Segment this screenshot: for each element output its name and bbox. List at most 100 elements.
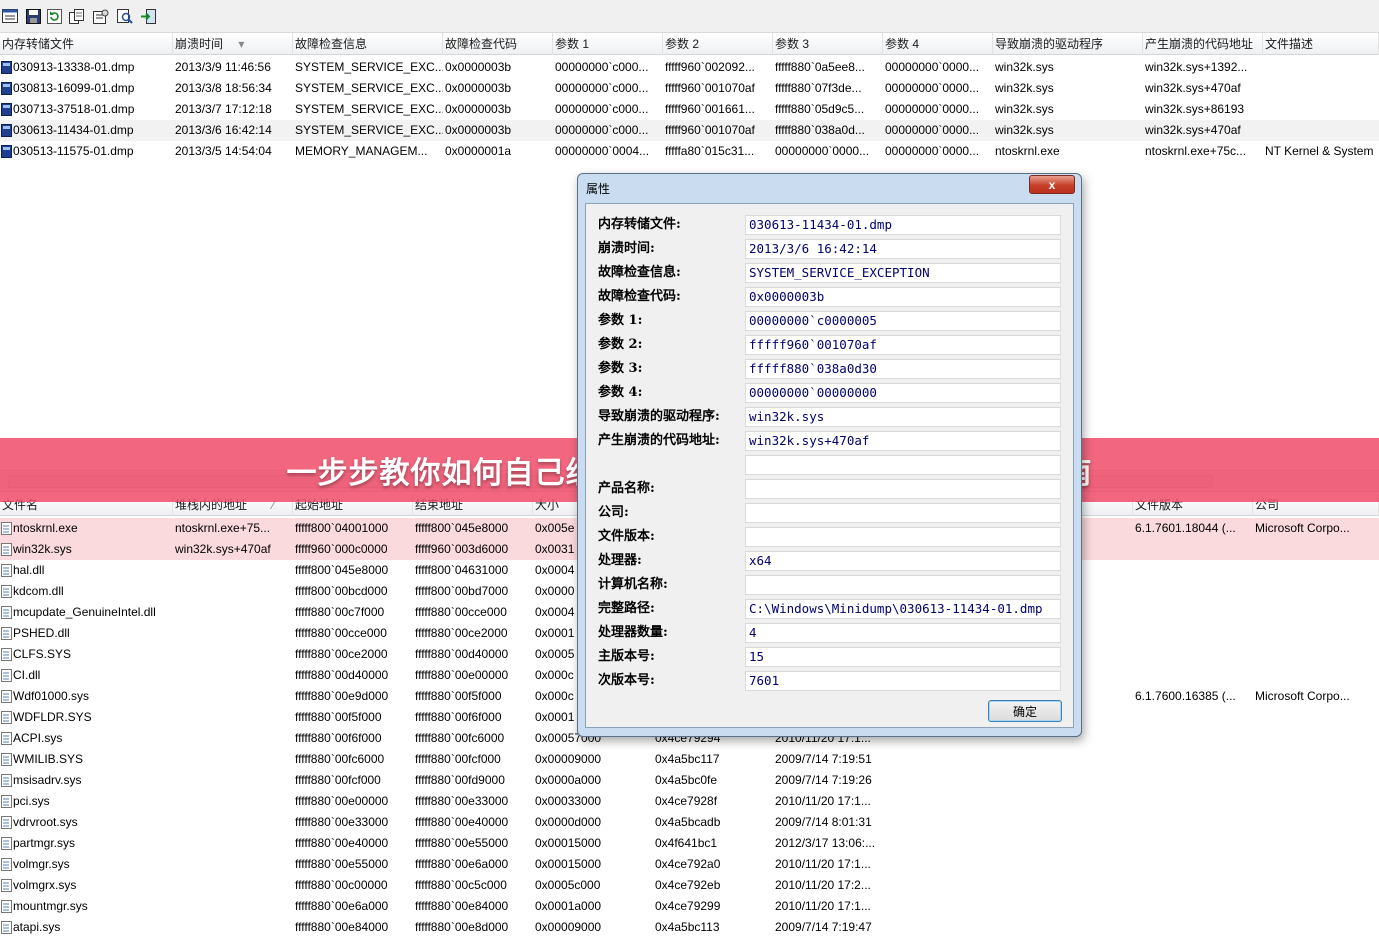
- table-cell: win32k.sys+1392...: [1145, 60, 1248, 74]
- table-cell: 0x0000003b: [445, 102, 512, 116]
- table-cell: vdrvroot.sys: [0, 812, 173, 833]
- table-cell: 030913-13338-01.dmp: [0, 57, 173, 78]
- column-header-bugcheck-string[interactable]: 故障检查信息: [293, 33, 443, 55]
- property-value-field[interactable]: 4: [745, 623, 1061, 643]
- file-name: volmgrx.sys: [13, 878, 77, 892]
- column-header-param4[interactable]: 参数 4: [883, 33, 993, 55]
- table-cell: ntoskrnl.exe: [0, 518, 173, 539]
- table-row[interactable]: atapi.sys fffff880`00e84000 fffff880`00e8d…: [0, 917, 1379, 938]
- property-value-field[interactable]: 7601: [745, 671, 1061, 691]
- table-cell: 0x0000d000: [535, 815, 602, 829]
- table-cell: 2010/11/20 17:1...: [775, 794, 871, 808]
- property-value-field[interactable]: SYSTEM_SERVICE_EXCEPTION: [745, 263, 1061, 283]
- table-cell: [173, 665, 293, 686]
- file-name: PSHED.dll: [13, 626, 70, 640]
- property-value-field[interactable]: C:\Windows\Minidump\030613-11434-01.dmp: [745, 599, 1061, 619]
- column-header-file-description[interactable]: 文件描述: [1263, 33, 1379, 55]
- property-value-field[interactable]: [745, 503, 1061, 523]
- column-header-param3[interactable]: 参数 3: [773, 33, 883, 55]
- table-cell: 00000000`c000...: [555, 102, 649, 116]
- column-header-crash-time[interactable]: 崩溃时间 ▾: [173, 33, 293, 55]
- property-value-field[interactable]: [745, 479, 1061, 499]
- table-row[interactable]: 030813-16099-01.dmp 2013/3/8 18:56:34 SYST…: [0, 78, 1379, 99]
- table-cell: atapi.sys: [0, 917, 173, 938]
- module-file-icon: [1, 879, 12, 892]
- table-cell: fffff880`00e84000: [295, 920, 389, 934]
- module-file-icon: [1, 522, 12, 535]
- property-value-field[interactable]: 15: [745, 647, 1061, 667]
- table-cell: fffff880`00e8d000: [415, 920, 509, 934]
- table-cell: [893, 875, 1013, 896]
- property-value-field[interactable]: 00000000`c0000005: [745, 311, 1061, 331]
- property-label: 导致崩溃的驱动程序:: [598, 409, 720, 424]
- table-row[interactable]: 030513-11575-01.dmp 2013/3/5 14:54:04 MEMO…: [0, 141, 1379, 162]
- table-cell: 0x0005c000: [535, 878, 601, 892]
- ok-button[interactable]: 确定: [988, 700, 1062, 722]
- table-cell: [1263, 78, 1379, 99]
- file-name: 030613-11434-01.dmp: [13, 123, 134, 137]
- table-row[interactable]: 030613-11434-01.dmp 2013/3/6 16:42:14 SYST…: [0, 120, 1379, 141]
- column-header-caused-by-driver[interactable]: 导致崩溃的驱动程序: [993, 33, 1143, 55]
- property-value-field[interactable]: fffff880`038a0d30: [745, 359, 1061, 379]
- column-header-param2[interactable]: 参数 2: [663, 33, 773, 55]
- table-cell: 0x4f641bc1: [655, 836, 718, 850]
- table-cell: mountmgr.sys: [0, 896, 173, 917]
- table-row[interactable]: 030913-13338-01.dmp 2013/3/9 11:46:56 SYST…: [0, 57, 1379, 78]
- table-row[interactable]: volmgr.sys fffff880`00e55000 fffff880`00e6…: [0, 854, 1379, 875]
- table-cell: [173, 707, 293, 728]
- exit-icon[interactable]: [139, 7, 157, 25]
- table-cell: fffff880`00e6a000: [415, 857, 509, 871]
- table-cell: [1013, 770, 1133, 791]
- column-header-bugcheck-code[interactable]: 故障检查代码: [443, 33, 553, 55]
- property-value-field[interactable]: [745, 455, 1061, 475]
- property-value-field[interactable]: [745, 575, 1061, 595]
- table-cell: [173, 602, 293, 623]
- properties-dialog: 属性 x 内存转储文件: 030613-11434-01.dmp 崩溃时间: 2013…: [577, 173, 1082, 737]
- property-value-field[interactable]: [745, 527, 1061, 547]
- module-file-icon: [1, 690, 12, 703]
- table-row[interactable]: vdrvroot.sys fffff880`00e33000 fffff880`00…: [0, 812, 1379, 833]
- toolbar: [0, 0, 1379, 33]
- table-cell: fffff960`001070af: [665, 123, 755, 137]
- property-value-field[interactable]: 030613-11434-01.dmp: [745, 215, 1061, 235]
- property-value-field[interactable]: 00000000`00000000: [745, 383, 1061, 403]
- property-value-field[interactable]: win32k.sys+470af: [745, 431, 1061, 451]
- refresh-icon[interactable]: [45, 7, 63, 25]
- table-cell: 6.1.7600.16385 (...: [1135, 689, 1236, 703]
- column-header-param1[interactable]: 参数 1: [553, 33, 663, 55]
- table-cell: 00000000`c000...: [555, 81, 649, 95]
- table-cell: [1253, 581, 1379, 602]
- copy-icon[interactable]: [68, 7, 86, 25]
- table-cell: fffff880`00e9d000: [295, 689, 389, 703]
- table-cell: [1253, 539, 1379, 560]
- column-header-caused-by-address[interactable]: 产生崩溃的代码地址: [1143, 33, 1263, 55]
- property-value-field[interactable]: win32k.sys: [745, 407, 1061, 427]
- table-row[interactable]: mountmgr.sys fffff880`00e6a000 fffff880`00…: [0, 896, 1379, 917]
- table-cell: [1253, 833, 1379, 854]
- file-name: msisadrv.sys: [13, 773, 82, 787]
- table-row[interactable]: 030713-37518-01.dmp 2013/3/7 17:12:18 SYST…: [0, 99, 1379, 120]
- property-value-field[interactable]: 0x0000003b: [745, 287, 1061, 307]
- table-row[interactable]: pci.sys fffff880`00e00000 fffff880`00e3300…: [0, 791, 1379, 812]
- table-row[interactable]: volmgrx.sys fffff880`00c00000 fffff880`00c…: [0, 875, 1379, 896]
- property-value-field[interactable]: 2013/3/6 16:42:14: [745, 239, 1061, 259]
- table-cell: [893, 854, 1013, 875]
- table-cell: [893, 749, 1013, 770]
- file-name: ntoskrnl.exe: [13, 521, 78, 535]
- table-cell: [1253, 707, 1379, 728]
- property-value-field[interactable]: fffff960`001070af: [745, 335, 1061, 355]
- table-row[interactable]: partmgr.sys fffff880`00e40000 fffff880`00e…: [0, 833, 1379, 854]
- properties-icon[interactable]: [92, 7, 110, 25]
- list-icon[interactable]: [1, 7, 19, 25]
- table-row[interactable]: msisadrv.sys fffff880`00fcf000 fffff880`00…: [0, 770, 1379, 791]
- table-cell: fffff880`00e40000: [415, 815, 509, 829]
- close-button[interactable]: x: [1029, 175, 1075, 194]
- column-header-dump-file[interactable]: 内存转储文件: [0, 33, 173, 55]
- property-value-field[interactable]: x64: [745, 551, 1061, 571]
- save-icon[interactable]: [24, 7, 42, 25]
- property-label: 内存转储文件:: [598, 217, 681, 232]
- table-row[interactable]: WMILIB.SYS fffff880`00fc6000 fffff880`00fc…: [0, 749, 1379, 770]
- table-cell: fffff800`00bd7000: [415, 584, 509, 598]
- search-icon[interactable]: [116, 7, 134, 25]
- dialog-titlebar[interactable]: 属性 x: [578, 174, 1081, 201]
